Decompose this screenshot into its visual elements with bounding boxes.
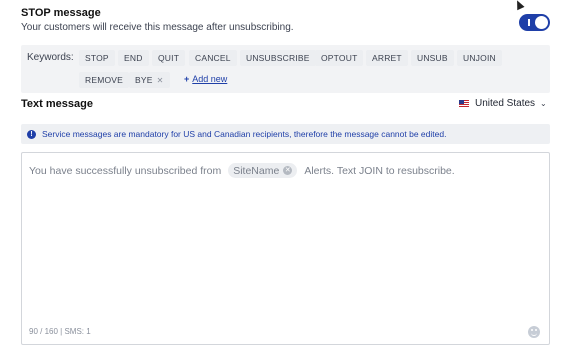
info-banner: ! Service messages are mandatory for US …	[21, 124, 550, 144]
character-counter: 90 / 160 | SMS: 1	[29, 327, 91, 336]
add-new-label: Add new	[192, 74, 228, 84]
keyword-label: BYE	[135, 75, 153, 85]
keyword-chip[interactable]: UNSUBSCRIBE	[240, 50, 316, 66]
remove-keyword-icon[interactable]: ✕	[157, 76, 164, 85]
stop-message-toggle[interactable]	[519, 14, 550, 31]
keyword-label: STOP	[85, 53, 109, 63]
keywords-label: Keywords:	[27, 52, 74, 63]
keyword-label: REMOVE	[85, 75, 124, 85]
message-text-after: Alerts. Text JOIN to resubscribe.	[304, 164, 455, 177]
keyword-chip[interactable]: UNJOIN	[457, 50, 502, 66]
keyword-chip[interactable]: OPTOUT	[315, 50, 364, 66]
keyword-chip[interactable]: CANCEL	[189, 50, 237, 66]
keyword-label: OPTOUT	[321, 53, 358, 63]
keyword-chip[interactable]: ARRET	[366, 50, 408, 66]
stop-message-header: STOP message Your customers will receive…	[21, 7, 294, 33]
toggle-on-indicator	[528, 19, 530, 26]
keyword-label: UNJOIN	[463, 53, 496, 63]
keyword-chip[interactable]: END	[118, 50, 149, 66]
message-content: You have successfully unsubscribed from …	[29, 163, 455, 178]
cursor-pointer	[513, 0, 525, 11]
country-selector[interactable]: United States ⌄	[459, 98, 547, 109]
keyword-label: ARRET	[372, 53, 402, 63]
variable-chip: SiteName ✕	[228, 163, 298, 178]
page-title: STOP message	[21, 7, 101, 19]
message-text-before: You have successfully unsubscribed from	[29, 164, 222, 177]
variable-label: SiteName	[233, 164, 280, 177]
text-message-title: Text message	[21, 98, 93, 110]
country-label: United States	[475, 98, 536, 109]
info-banner-text: Service messages are mandatory for US an…	[42, 129, 447, 139]
keyword-chip[interactable]: QUIT	[152, 50, 186, 66]
chevron-down-icon: ⌄	[540, 99, 547, 108]
emoji-icon[interactable]	[528, 326, 540, 338]
keyword-label: END	[124, 53, 143, 63]
remove-variable-icon: ✕	[283, 166, 293, 175]
info-icon: !	[27, 129, 36, 139]
keyword-label: UNSUBSCRIBE	[246, 53, 310, 63]
toggle-knob	[535, 16, 548, 29]
plus-icon: +	[184, 74, 190, 84]
keyword-label: UNSUB	[417, 53, 448, 63]
keyword-label: QUIT	[158, 53, 180, 63]
page-subtitle: Your customers will receive this message…	[21, 22, 294, 33]
keywords-panel: Keywords: STOP END QUIT CANCEL UNSUBSCRI…	[21, 45, 550, 93]
keyword-chip[interactable]: UNSUB	[411, 50, 454, 66]
us-flag-icon	[459, 100, 469, 107]
keyword-chip[interactable]: STOP	[79, 50, 115, 66]
keyword-chip[interactable]: REMOVE	[79, 72, 130, 88]
keyword-chip[interactable]: BYE ✕	[129, 72, 170, 88]
message-textarea[interactable]: You have successfully unsubscribed from …	[21, 152, 550, 345]
add-new-keyword-link[interactable]: + Add new	[184, 74, 227, 84]
keyword-label: CANCEL	[195, 53, 231, 63]
